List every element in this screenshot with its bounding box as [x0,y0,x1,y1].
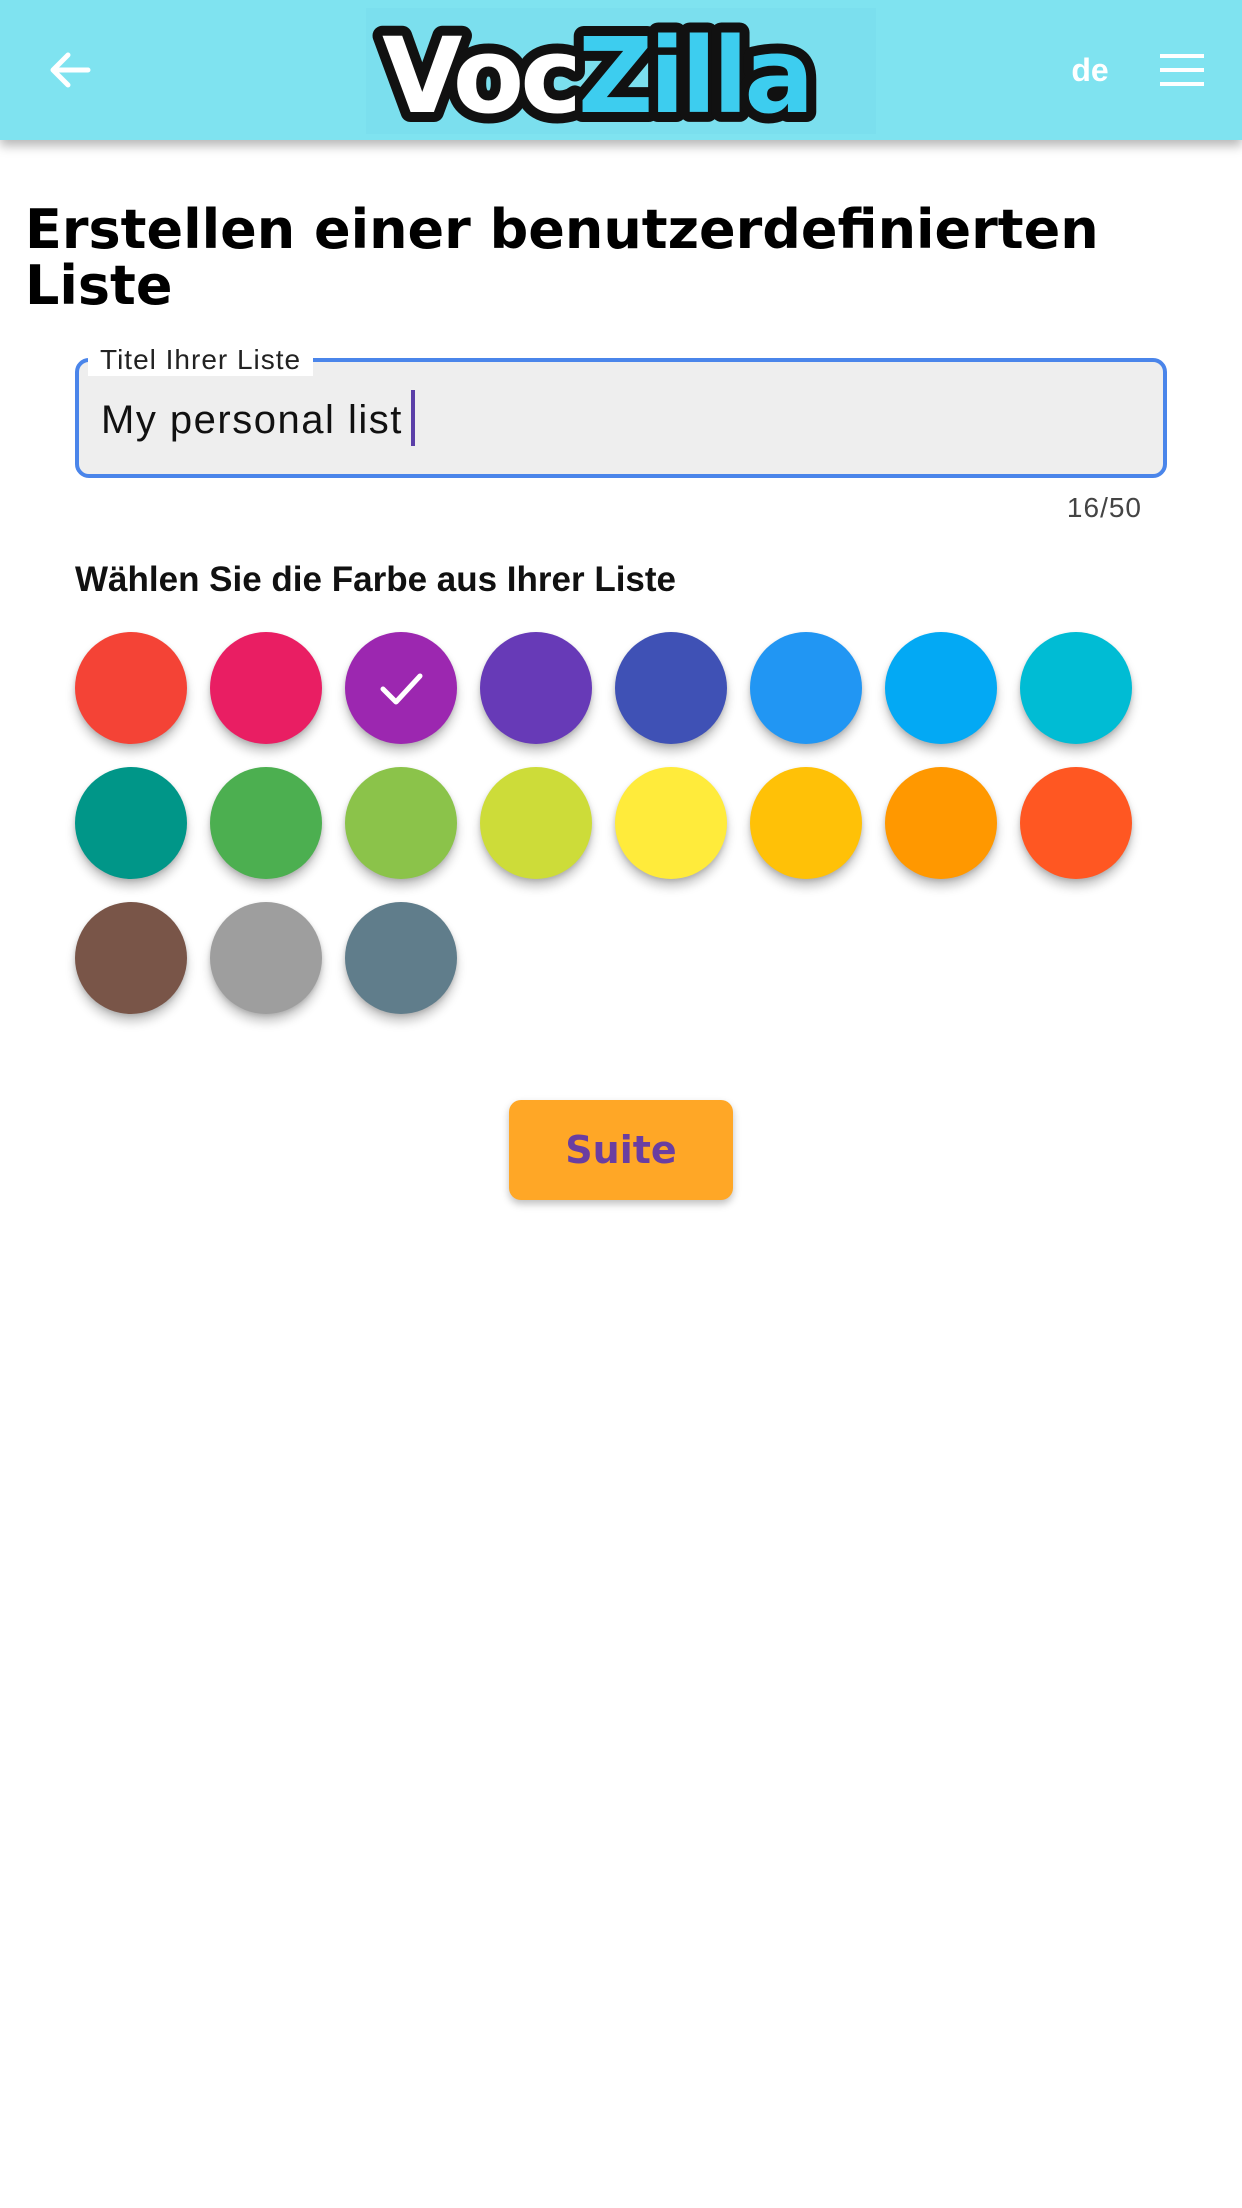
color-swatch[interactable] [210,767,322,879]
check-icon [380,673,423,705]
language-selector[interactable]: de [1050,44,1130,96]
text-cursor [411,390,415,446]
color-swatch[interactable] [345,767,457,879]
list-title-label: Titel Ihrer Liste [88,344,314,376]
color-swatch[interactable] [885,632,997,744]
color-swatch[interactable] [345,902,457,1014]
color-swatch[interactable] [480,767,592,879]
app-bar: VocZilla VocZilla de [0,0,1242,140]
color-swatch[interactable] [75,767,187,879]
voczilla-logo: VocZilla VocZilla [366,8,876,134]
color-swatch[interactable] [1020,632,1132,744]
color-swatch[interactable] [75,632,187,744]
arrow-left-icon [50,52,91,88]
svg-text:VocZilla: VocZilla [382,15,810,134]
color-swatch[interactable] [345,632,457,744]
color-swatch[interactable] [750,632,862,744]
menu-button[interactable] [1150,40,1214,100]
color-swatch[interactable] [210,902,322,1014]
color-section-label: Wählen Sie die Farbe aus Ihrer Liste [75,560,677,599]
character-counter: 16/50 [1066,492,1142,523]
color-swatch[interactable] [750,767,862,879]
list-title-input[interactable] [101,388,1131,452]
color-swatch[interactable] [615,632,727,744]
back-button[interactable] [30,30,110,110]
color-swatch[interactable] [210,632,322,744]
hamburger-menu-icon [1160,54,1204,86]
page-title: Erstellen einer benutzerdefinierten List… [25,198,1099,317]
color-swatch[interactable] [75,902,187,1014]
next-button[interactable]: Suite [509,1100,733,1200]
color-swatch[interactable] [1020,767,1132,879]
color-swatch[interactable] [480,632,592,744]
color-swatch[interactable] [885,767,997,879]
color-swatch[interactable] [615,767,727,879]
